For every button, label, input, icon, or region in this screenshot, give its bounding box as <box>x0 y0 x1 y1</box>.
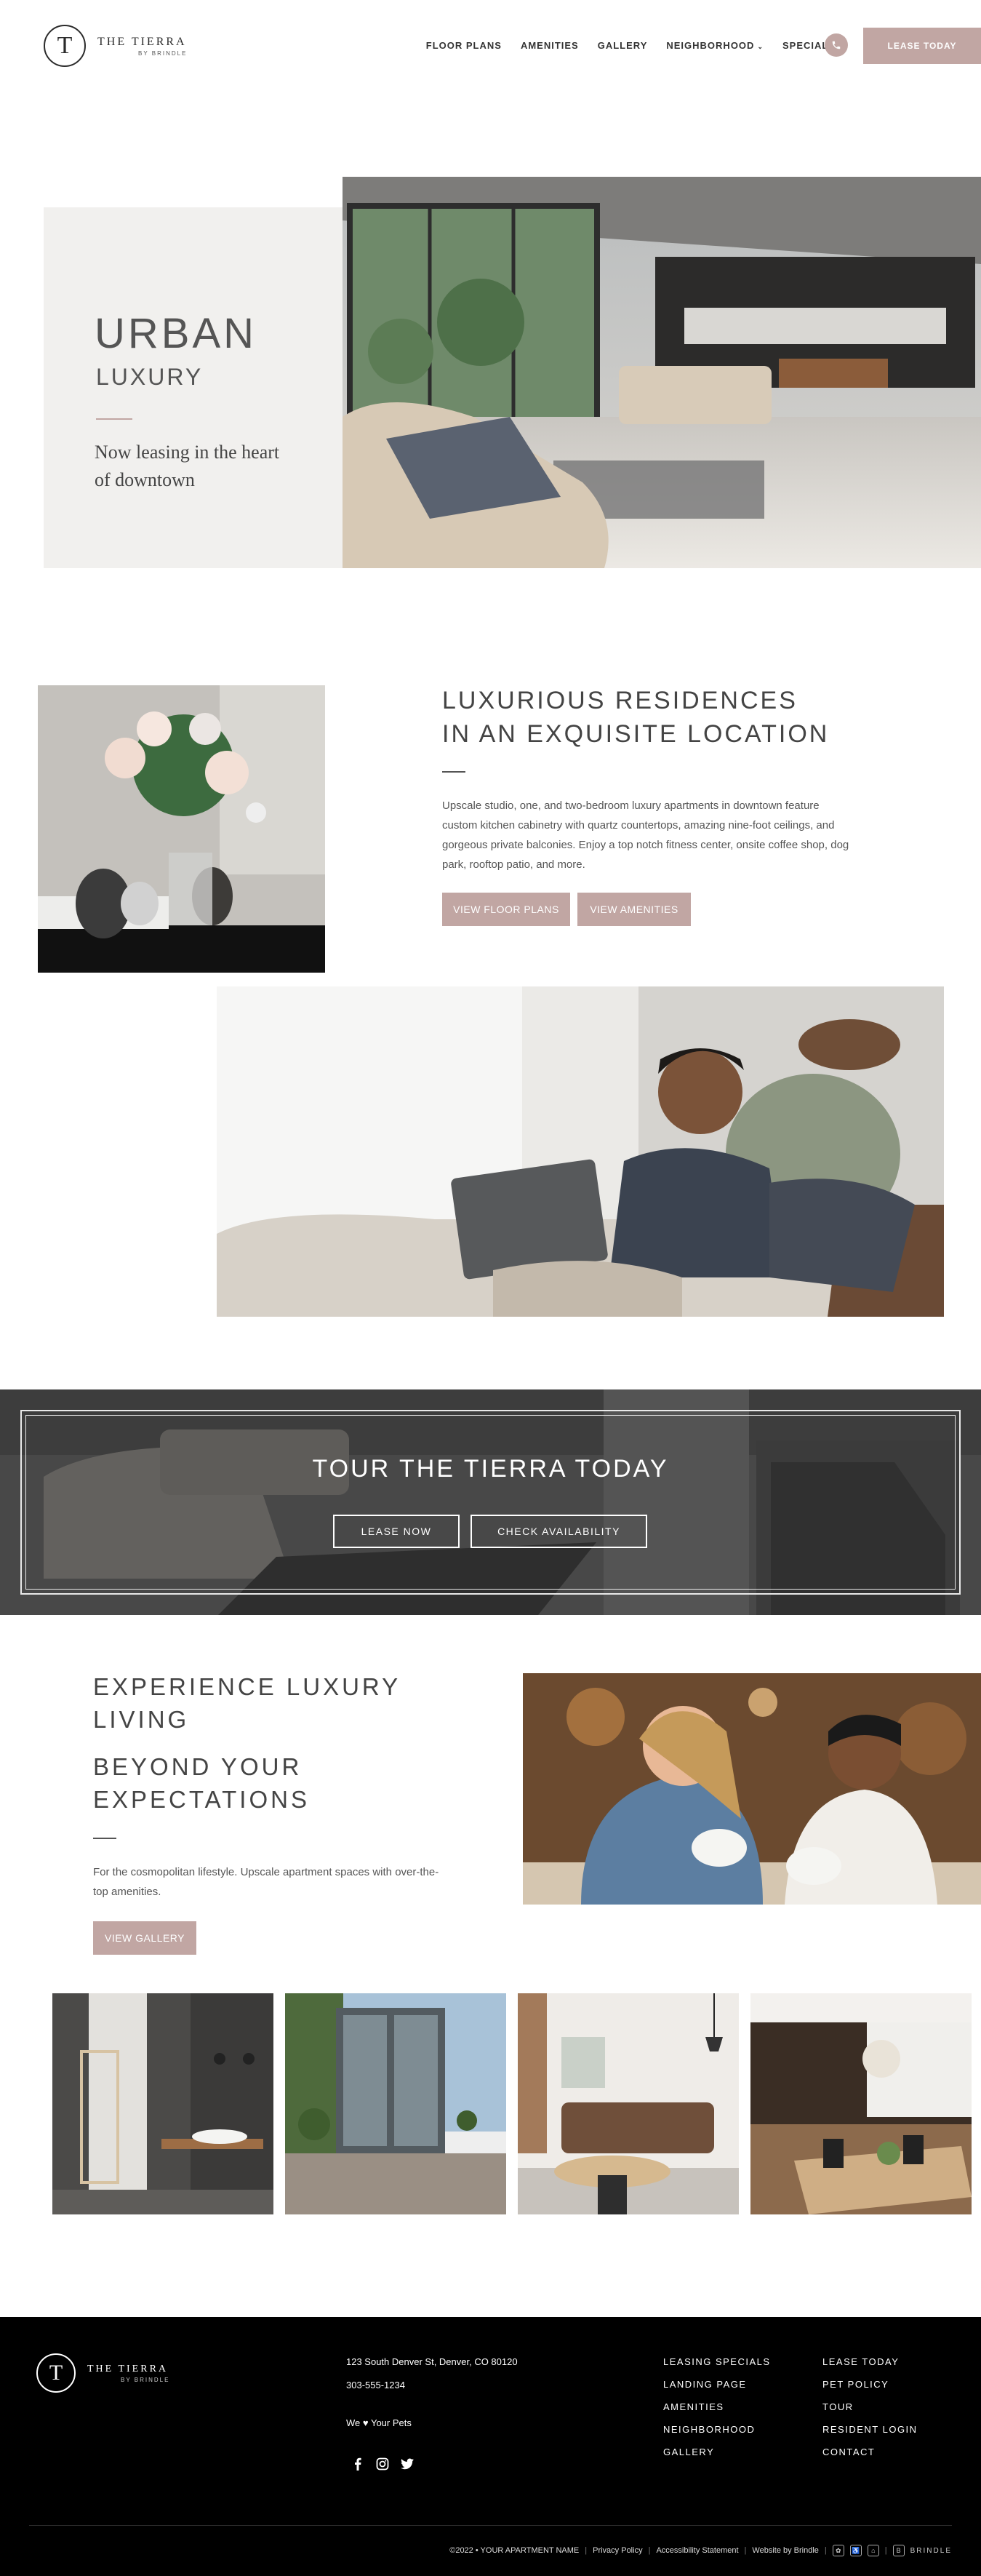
footer-link-resident-login[interactable]: RESIDENT LOGIN <box>822 2424 918 2435</box>
check-availability-button[interactable]: CHECK AVAILABILITY <box>471 1515 647 1548</box>
footer-logo-monogram: T <box>36 2353 76 2393</box>
footer-link-gallery[interactable]: GALLERY <box>663 2447 714 2457</box>
twitter-icon[interactable] <box>400 2457 415 2471</box>
nav-floor-plans[interactable]: FLOOR PLANS <box>426 40 502 51</box>
hero-title: URBAN <box>95 310 257 357</box>
tour-frame <box>20 1410 961 1595</box>
logo-subtitle: BY BRINDLE <box>138 49 188 57</box>
residences-divider <box>442 771 465 773</box>
footer-link-lease-today[interactable]: LEASE TODAY <box>822 2356 899 2367</box>
main-nav: FLOOR PLANS AMENITIES GALLERY NEIGHBORHO… <box>426 40 836 51</box>
experience-heading-line2: LIVING <box>93 1706 190 1733</box>
experience-heading-line1: EXPERIENCE LUXURY <box>93 1673 401 1700</box>
footer-phone[interactable]: 303-555-1234 <box>346 2380 405 2390</box>
site-footer: T THE TIERRA BY BRINDLE 123 South Denver… <box>0 2317 981 2576</box>
footer-link-tour[interactable]: TOUR <box>822 2401 854 2412</box>
lease-today-button[interactable]: LEASE TODAY <box>863 28 981 64</box>
website-by-link[interactable]: Website by Brindle <box>752 2546 819 2555</box>
residences-heading-line2: IN AN EXQUISITE LOCATION <box>442 720 830 748</box>
expectations-heading-line2: EXPECTATIONS <box>93 1786 310 1813</box>
nav-neighborhood-label: NEIGHBORHOOD <box>666 40 755 51</box>
footer-logo-subtitle: BY BRINDLE <box>121 2376 170 2383</box>
man-with-laptop-photo <box>217 986 944 1317</box>
footer-address[interactable]: 123 South Denver St, Denver, CO 80120 <box>346 2356 518 2367</box>
footer-legal-bar: ©2022 • YOUR APARTMENT NAME | Privacy Po… <box>449 2545 952 2556</box>
copyright-text: ©2022 • YOUR APARTMENT NAME <box>449 2546 580 2555</box>
footer-link-contact[interactable]: CONTACT <box>822 2447 875 2457</box>
footer-link-landing-page[interactable]: LANDING PAGE <box>663 2379 747 2390</box>
accessibility-icon: ♿ <box>849 2545 862 2556</box>
view-floor-plans-button[interactable]: VIEW FLOOR PLANS <box>442 893 570 926</box>
brindle-logo-icon: B <box>892 2545 905 2556</box>
flowers-photo <box>38 685 325 973</box>
nav-neighborhood[interactable]: NEIGHBORHOOD ⌄ <box>666 40 764 51</box>
nav-gallery[interactable]: GALLERY <box>598 40 648 51</box>
footer-link-leasing-specials[interactable]: LEASING SPECIALS <box>663 2356 771 2367</box>
lease-now-button[interactable]: LEASE NOW <box>333 1515 460 1548</box>
experience-divider <box>93 1838 116 1839</box>
tour-title: TOUR THE TIERRA TODAY <box>312 1455 669 1483</box>
facebook-icon[interactable] <box>351 2457 365 2471</box>
hero-text-panel: URBAN LUXURY Now leasing in the heart of… <box>44 207 343 568</box>
residences-heading: LUXURIOUS RESIDENCES IN AN EXQUISITE LOC… <box>442 684 829 751</box>
gallery-dining-photo[interactable] <box>750 1993 972 2214</box>
footer-pets: We ♥ Your Pets <box>346 2417 412 2428</box>
view-gallery-button[interactable]: VIEW GALLERY <box>93 1921 196 1955</box>
accessibility-statement-link[interactable]: Accessibility Statement <box>656 2546 738 2555</box>
chevron-down-icon: ⌄ <box>757 43 764 50</box>
footer-link-neighborhood[interactable]: NEIGHBORHOOD <box>663 2424 755 2435</box>
footer-divider <box>29 2525 952 2526</box>
view-amenities-button[interactable]: VIEW AMENITIES <box>577 893 691 926</box>
brindle-badge-text: BRINDLE <box>910 2546 952 2555</box>
phone-button[interactable] <box>825 33 848 57</box>
instagram-icon[interactable] <box>375 2457 390 2471</box>
equal-housing-icon: ⌂ <box>867 2545 879 2556</box>
gallery-patio-photo[interactable] <box>285 1993 506 2214</box>
privacy-policy-link[interactable]: Privacy Policy <box>593 2546 642 2555</box>
hero-tagline: Now leasing in the heart of downtown <box>95 442 280 490</box>
footer-logo[interactable]: T THE TIERRA BY BRINDLE <box>36 2353 169 2393</box>
nav-amenities[interactable]: AMENITIES <box>521 40 579 51</box>
women-coffee-photo <box>523 1673 981 1905</box>
experience-description: For the cosmopolitan lifestyle. Upscale … <box>93 1866 439 1898</box>
gallery-living-room-photo[interactable] <box>518 1993 739 2214</box>
experience-heading: EXPERIENCE LUXURY LIVING <box>93 1670 401 1736</box>
residences-heading-line1: LUXURIOUS RESIDENCES <box>442 687 798 714</box>
footer-link-amenities[interactable]: AMENITIES <box>663 2401 724 2412</box>
expectations-heading-line1: BEYOND YOUR <box>93 1753 303 1780</box>
hero-divider <box>96 418 132 420</box>
pet-friendly-icon: ✿ <box>832 2545 844 2556</box>
footer-logo-name: THE TIERRA <box>87 2363 169 2374</box>
hero-subtitle: LUXURY <box>96 364 204 390</box>
logo-monogram: T <box>44 25 86 67</box>
logo-name: THE TIERRA <box>97 35 187 48</box>
living-room-photo <box>343 177 981 568</box>
expectations-heading: BEYOND YOUR EXPECTATIONS <box>93 1750 310 1816</box>
phone-icon <box>832 41 841 49</box>
site-header: T THE TIERRA BY BRINDLE FLOOR PLANS AMEN… <box>0 0 981 92</box>
site-logo[interactable]: T THE TIERRA BY BRINDLE <box>44 25 187 67</box>
footer-link-pet-policy[interactable]: PET POLICY <box>822 2379 889 2390</box>
gallery-bathroom-photo[interactable] <box>52 1993 273 2214</box>
tour-banner: TOUR THE TIERRA TODAY LEASE NOW CHECK AV… <box>0 1389 981 1615</box>
social-links <box>351 2457 415 2471</box>
residences-description: Upscale studio, one, and two-bedroom lux… <box>442 799 849 871</box>
